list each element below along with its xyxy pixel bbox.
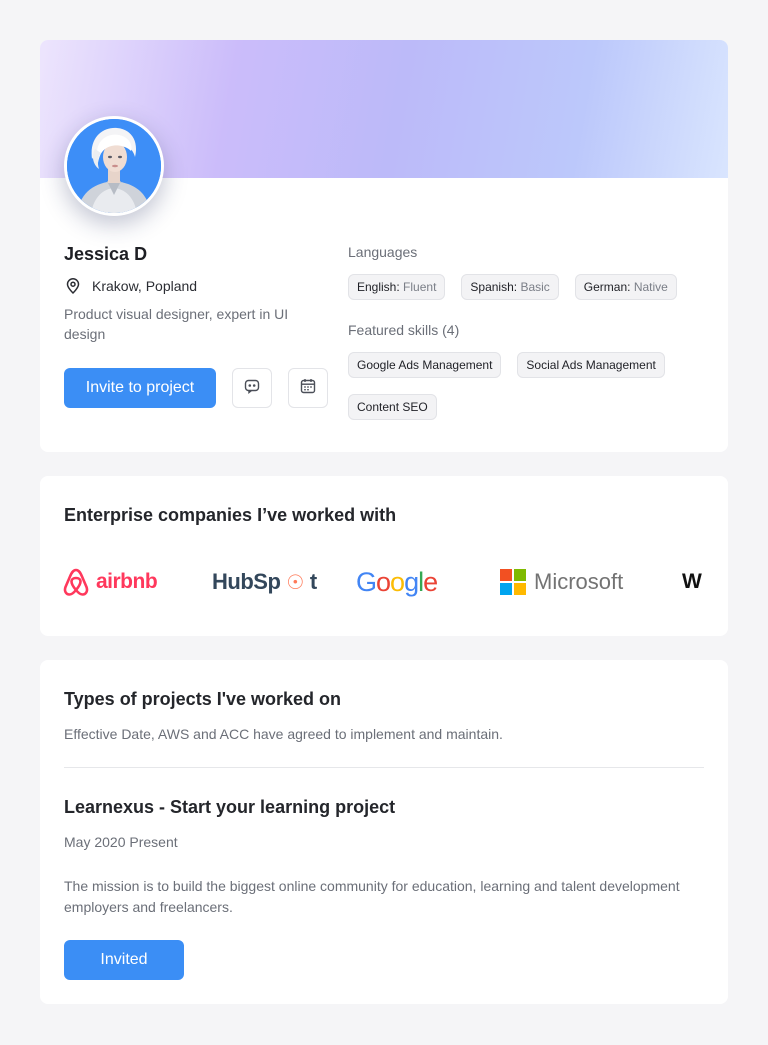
invite-to-project-button[interactable]: Invite to project [64,368,216,408]
invited-button[interactable]: Invited [64,940,184,980]
languages-list: English: Fluent Spanish: Basic German: N… [348,274,708,300]
project-mission: The mission is to build the biggest onli… [64,878,680,915]
hubspot-logo: HubSp ☉ t [212,569,317,594]
map-pin-icon [64,277,82,295]
chat-icon [243,377,261,400]
profile-bio: Product visual designer, expert in UI de… [64,306,289,342]
language-chip: German: Native [574,274,677,300]
airbnb-icon [63,568,89,596]
location-text: Krakow, Popland [92,278,198,294]
airbnb-logo: airbnb [62,564,158,600]
projects-card: Types of projects I've worked on Effecti… [40,660,728,1004]
featured-skills-label: Featured skills (4) [348,322,460,338]
profile-card: Jessica D Krakow, Popland Product visual… [40,40,728,452]
profile-name: Jessica D [64,244,148,264]
languages-label: Languages [348,244,418,260]
calendar-icon [299,377,317,400]
schedule-button[interactable] [288,368,328,408]
partial-logo: W [682,570,702,593]
companies-title: Enterprise companies I’ve worked with [64,505,397,525]
project-name: Learnexus - Start your learning project [64,797,396,817]
companies-card: Enterprise companies I’ve worked with ai… [40,476,728,636]
skill-chip: Social Ads Management [517,352,665,378]
microsoft-logo: Microsoft [500,564,623,600]
microsoft-icon [500,569,526,595]
skill-chip: Google Ads Management [348,352,502,378]
avatar[interactable] [64,116,164,216]
google-logo: Google [356,566,438,597]
skill-chip: Content SEO [348,394,437,420]
project-dates: May 2020 Present [64,834,178,850]
projects-title: Types of projects I've worked on [64,689,342,709]
divider [64,767,704,768]
language-chip: English: Fluent [348,274,446,300]
projects-description: Effective Date, AWS and ACC have agreed … [64,726,503,742]
profile-location: Krakow, Popland [64,277,197,295]
message-button[interactable] [232,368,272,408]
skills-list: Google Ads Management Social Ads Managem… [348,352,708,420]
language-chip: Spanish: Basic [461,274,559,300]
avatar-image [67,119,161,213]
